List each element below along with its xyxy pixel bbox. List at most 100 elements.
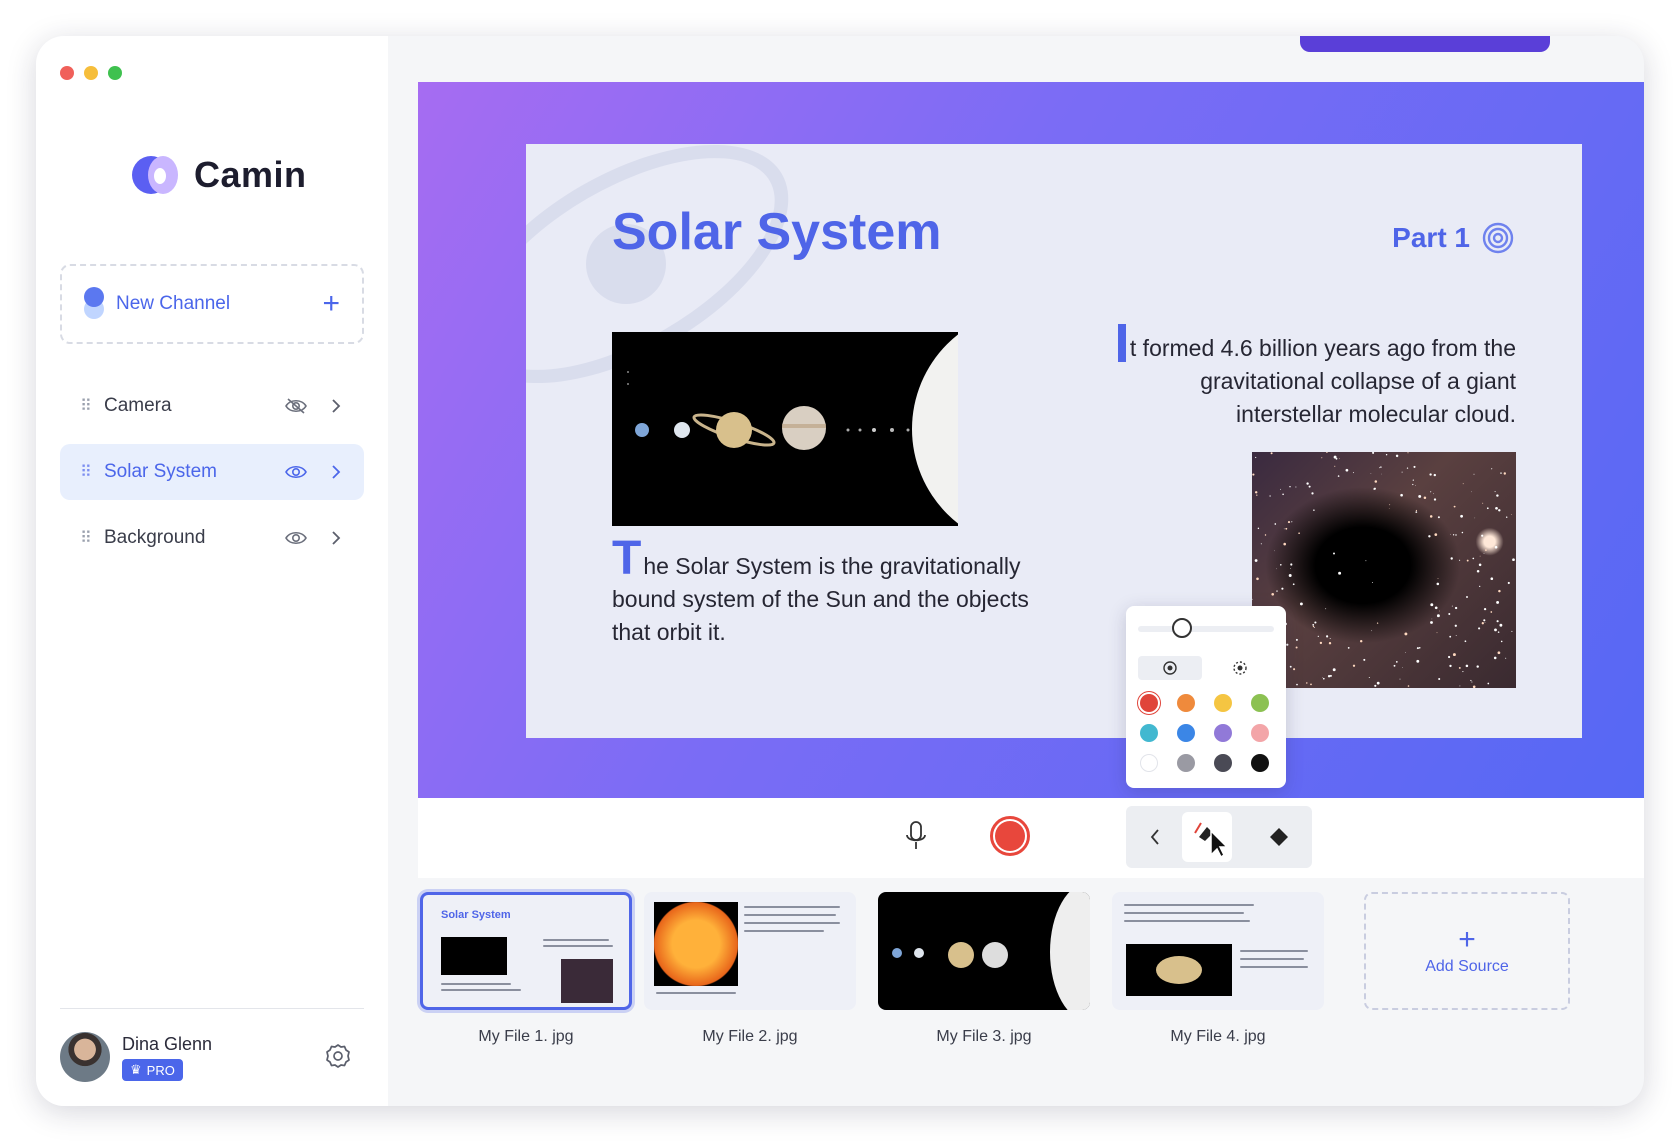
color-swatch[interactable]	[1177, 754, 1195, 772]
star	[1374, 684, 1377, 687]
star	[1327, 674, 1331, 678]
color-swatch[interactable]	[1177, 694, 1195, 712]
eye-icon[interactable]	[282, 530, 310, 546]
star	[1512, 558, 1515, 562]
avatar[interactable]	[60, 1032, 110, 1082]
star	[1313, 509, 1315, 511]
color-swatch[interactable]	[1140, 754, 1158, 772]
pro-badge: ♛ PRO	[122, 1059, 183, 1081]
color-swatch[interactable]	[1177, 724, 1195, 742]
record-button[interactable]	[990, 816, 1030, 856]
star	[1483, 607, 1487, 611]
thumbnail-file-4[interactable]	[1112, 892, 1324, 1010]
microphone-button[interactable]	[896, 816, 936, 856]
drag-handle-icon[interactable]: ⠿	[80, 528, 104, 548]
star	[1290, 568, 1291, 569]
color-swatch[interactable]	[1214, 724, 1232, 742]
star	[1311, 492, 1314, 495]
layer-item-background[interactable]: ⠿ Background	[60, 510, 364, 566]
collapse-toolbar-button[interactable]	[1130, 812, 1180, 862]
drawing-toolbar	[1126, 806, 1312, 868]
star	[1413, 465, 1416, 468]
star	[1270, 452, 1273, 455]
close-window-button[interactable]	[60, 66, 74, 80]
add-source-button[interactable]: + Add Source	[1364, 892, 1570, 1010]
color-swatch[interactable]	[1140, 724, 1158, 742]
pen-icon	[1194, 822, 1227, 859]
star	[1450, 533, 1451, 535]
star	[1295, 486, 1297, 488]
solid-brush-button[interactable]	[1138, 656, 1202, 680]
minimize-window-button[interactable]	[84, 66, 98, 80]
star	[1299, 602, 1303, 606]
star	[1393, 664, 1396, 667]
solid-brush-icon	[1163, 661, 1177, 675]
star	[1276, 568, 1277, 570]
star	[1448, 612, 1451, 616]
target-icon	[1482, 222, 1514, 254]
thumbnail-file-3[interactable]	[878, 892, 1090, 1010]
thumbnail-image	[441, 937, 507, 975]
pen-tool-button[interactable]	[1182, 812, 1232, 862]
star	[1498, 589, 1501, 593]
color-swatch[interactable]	[1251, 754, 1269, 772]
star	[1269, 495, 1271, 497]
star	[1449, 635, 1452, 638]
star	[1429, 515, 1433, 518]
star	[1293, 668, 1296, 671]
chevron-right-icon[interactable]	[326, 530, 346, 546]
star	[1485, 549, 1487, 551]
record-icon	[995, 821, 1025, 851]
star	[1287, 521, 1291, 524]
color-swatch[interactable]	[1214, 694, 1232, 712]
star	[1347, 647, 1350, 649]
star	[1453, 505, 1456, 508]
star	[1454, 624, 1457, 627]
color-swatch[interactable]	[1251, 724, 1269, 742]
microphone-icon	[906, 821, 926, 849]
star	[1376, 622, 1379, 624]
star	[1511, 630, 1513, 632]
eraser-tool-button[interactable]	[1254, 812, 1304, 862]
star	[1437, 516, 1440, 519]
star	[1379, 467, 1380, 469]
app-logo: Camin	[132, 154, 307, 196]
thumbnail-file-1[interactable]: Solar System	[420, 892, 632, 1010]
star	[1490, 611, 1493, 613]
eraser-icon	[1270, 828, 1288, 846]
star	[1433, 493, 1434, 495]
color-swatch[interactable]	[1214, 754, 1232, 772]
star	[1274, 523, 1277, 525]
new-channel-button[interactable]: New Channel +	[60, 264, 364, 344]
star	[1470, 679, 1472, 682]
star	[1430, 603, 1434, 607]
chevron-right-icon[interactable]	[326, 464, 346, 480]
star	[1373, 487, 1376, 490]
soft-brush-button[interactable]	[1208, 656, 1272, 680]
drag-handle-icon[interactable]: ⠿	[80, 396, 104, 416]
layer-item-camera[interactable]: ⠿ Camera	[60, 378, 364, 434]
star	[1317, 635, 1319, 638]
star	[1415, 485, 1416, 486]
brush-size-handle[interactable]	[1172, 618, 1192, 638]
eye-off-icon[interactable]	[282, 398, 310, 414]
star	[1494, 545, 1498, 549]
star	[1437, 578, 1439, 579]
eye-icon[interactable]	[282, 464, 310, 480]
star	[1280, 564, 1282, 566]
brush-size-slider[interactable]	[1138, 626, 1274, 632]
thumbnail-file-2[interactable]	[644, 892, 856, 1010]
star	[1493, 656, 1497, 660]
star	[1418, 646, 1421, 649]
color-swatch[interactable]	[1140, 694, 1158, 712]
thumbnail-caption: My File 2. jpg	[702, 1028, 798, 1045]
layer-item-solar-system[interactable]: ⠿ Solar System	[60, 444, 364, 500]
gear-icon[interactable]	[324, 1042, 352, 1070]
chevron-right-icon[interactable]	[326, 398, 346, 414]
maximize-window-button[interactable]	[108, 66, 122, 80]
star	[1499, 623, 1503, 627]
drag-handle-icon[interactable]: ⠿	[80, 462, 104, 482]
color-swatch[interactable]	[1251, 694, 1269, 712]
plus-icon: +	[1458, 923, 1476, 956]
star	[1416, 659, 1420, 663]
